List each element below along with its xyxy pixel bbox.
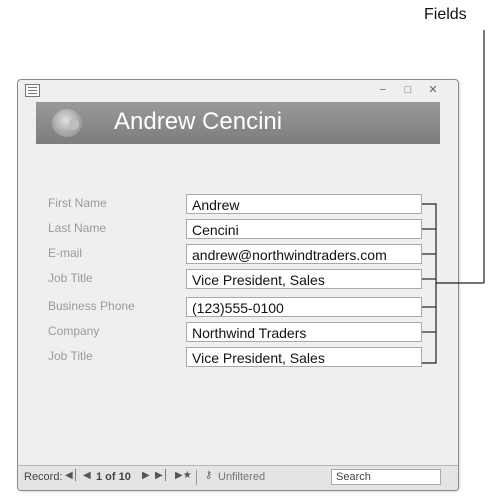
fields-callout-bracket xyxy=(422,30,485,364)
bracket-line xyxy=(422,203,437,364)
